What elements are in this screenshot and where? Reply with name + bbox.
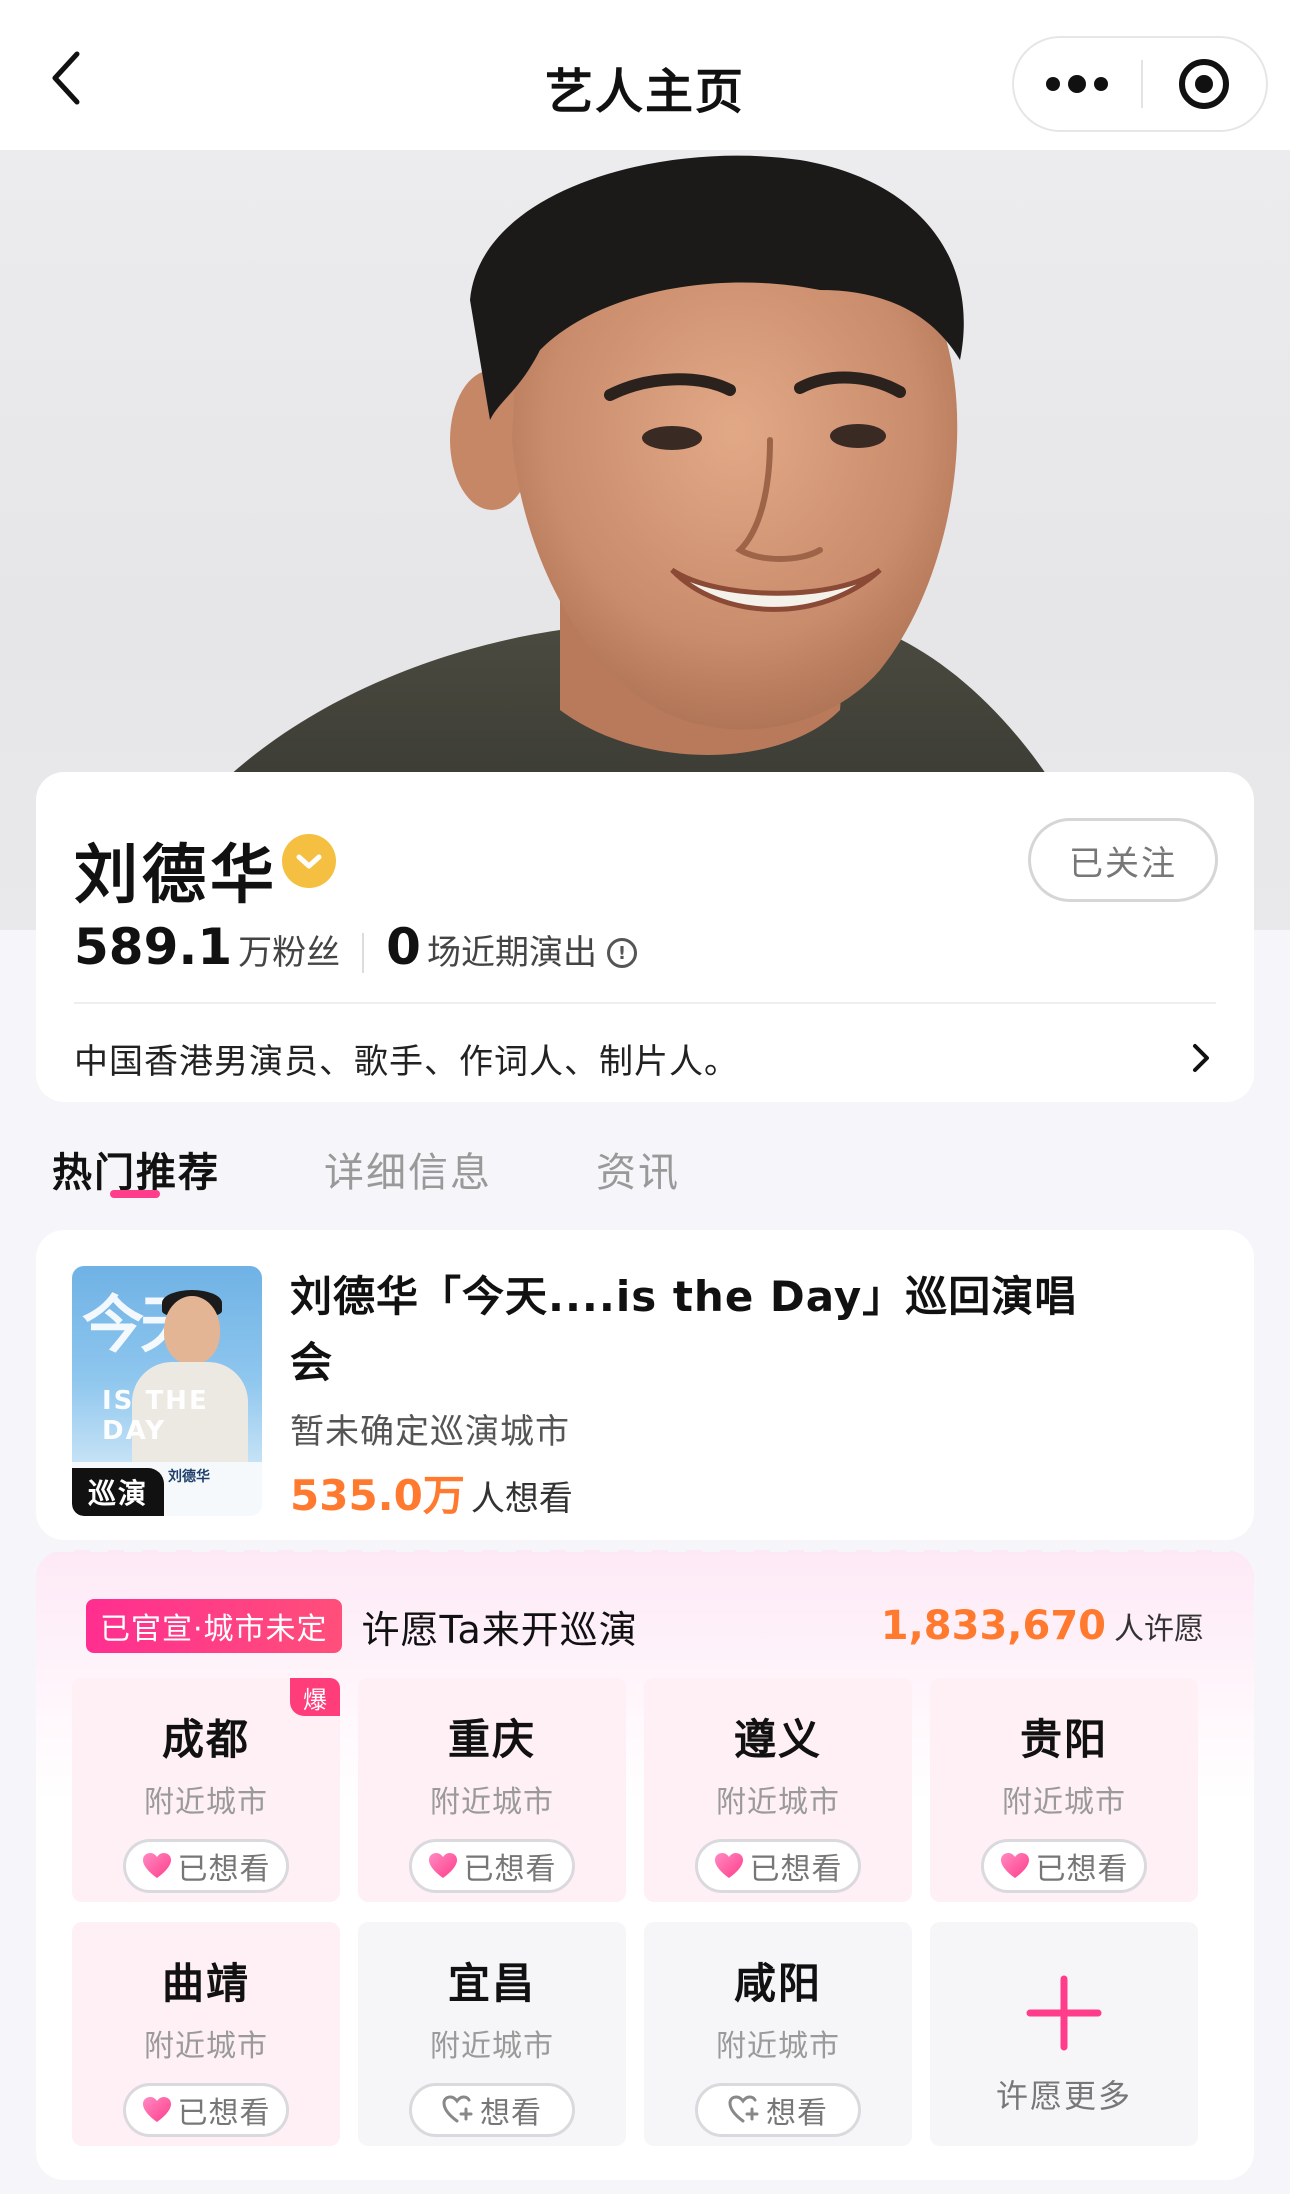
- hot-badge: 爆: [290, 1678, 340, 1716]
- city-name: 重庆: [447, 1715, 536, 1764]
- wanted-button[interactable]: 已想看: [123, 1839, 289, 1893]
- heart-filled-icon: [428, 1853, 457, 1878]
- heart-filled-icon: [142, 1853, 171, 1878]
- wish-tour-card: 已官宣·城市未定 许愿Ta来开巡演 1,833,670 人许愿 爆成都 附近城市已…: [36, 1548, 1254, 2180]
- city-name: 成都: [161, 1715, 250, 1764]
- poster-subtitle: IS THE DAY: [102, 1386, 209, 1446]
- more-dots-icon: [1068, 75, 1087, 93]
- verified-badge-icon: [282, 834, 336, 888]
- city-grid: 爆成都 附近城市 已想看 重庆 附近城市 已想看 遵义 附近城市 已想看 贵阳 附近城市 已想看 曲靖附…: [72, 1678, 1220, 2146]
- chevron-right-icon: [1186, 1038, 1216, 1078]
- mini-program-capsule: [1012, 36, 1268, 132]
- city-subtitle: 附近城市: [430, 1785, 554, 1820]
- heart-filled-icon: [1000, 1853, 1029, 1878]
- plus-icon: [1026, 1975, 1102, 2051]
- poster-figure: [164, 1296, 220, 1364]
- want-button[interactable]: 想看: [409, 2083, 575, 2137]
- want-button[interactable]: 想看: [695, 2083, 861, 2137]
- wanted-button[interactable]: 已想看: [981, 1839, 1147, 1893]
- artist-stats: 589.1 万粉丝 0 场近期演出 !: [74, 918, 637, 988]
- city-subtitle: 附近城市: [144, 2029, 268, 2064]
- tab-details[interactable]: 详细信息: [324, 1140, 492, 1220]
- wish-more-button[interactable]: 许愿更多: [930, 1922, 1198, 2146]
- want-unit: 人想看: [470, 1479, 573, 1519]
- city-name: 宜昌: [447, 1959, 536, 2008]
- tab-news[interactable]: 资讯: [596, 1140, 680, 1220]
- tab-hot-recommend[interactable]: 热门推荐: [52, 1140, 220, 1220]
- city-name: 遵义: [733, 1715, 822, 1764]
- event-poster: 今天 IS THE DAY 刘德华 巡演: [72, 1266, 262, 1516]
- want-button-label: 想看: [766, 2096, 828, 2131]
- tour-badge: 巡演: [72, 1468, 164, 1516]
- shows-count: 0: [386, 918, 421, 976]
- content-tabs: 热门推荐 详细信息 资讯: [52, 1140, 680, 1220]
- wish-count-number: 1,833,670: [880, 1603, 1106, 1649]
- artist-name: 刘德华: [74, 839, 278, 913]
- poster-artist-name: 刘德华: [168, 1469, 210, 1485]
- wish-count-unit: 人许愿: [1114, 1612, 1204, 1647]
- heart-plus-icon: [728, 2095, 759, 2123]
- more-dots-icon: [1094, 77, 1109, 91]
- wish-more-label: 许愿更多: [995, 2077, 1132, 2115]
- event-city: 暂未确定巡演城市: [290, 1412, 570, 1452]
- fans-unit: 万粉丝: [238, 933, 341, 973]
- want-number: 535.0万: [290, 1471, 465, 1520]
- city-subtitle: 附近城市: [716, 2029, 840, 2064]
- wish-count: 1,833,670 人许愿: [881, 1603, 1204, 1649]
- city-name: 贵阳: [1019, 1715, 1108, 1764]
- city-tile[interactable]: 贵阳附近城市已想看: [930, 1678, 1198, 1902]
- wish-label: 许愿Ta来开巡演: [361, 1607, 638, 1652]
- navigation-bar: 艺人主页: [0, 0, 1290, 150]
- tour-event-card[interactable]: 今天 IS THE DAY 刘德华 巡演 刘德华「今天....is the Da…: [36, 1230, 1254, 1540]
- want-button-label: 已想看: [749, 1852, 843, 1887]
- city-tile[interactable]: 宜昌附近城市想看: [358, 1922, 626, 2146]
- wanted-button[interactable]: 已想看: [123, 2083, 289, 2137]
- city-tile[interactable]: 曲靖附近城市已想看: [72, 1922, 340, 2146]
- shows-unit: 场近期演出: [426, 933, 597, 973]
- card-divider: [74, 1002, 1216, 1004]
- city-subtitle: 附近城市: [430, 2029, 554, 2064]
- fans-count: 589.1: [74, 918, 233, 976]
- want-button-label: 已想看: [177, 2096, 271, 2131]
- city-subtitle: 附近城市: [716, 1785, 840, 1820]
- want-button-label: 已想看: [177, 1852, 271, 1887]
- close-miniprogram-button[interactable]: [1143, 38, 1266, 130]
- want-button-label: 想看: [480, 2096, 542, 2131]
- city-subtitle: 附近城市: [144, 1785, 268, 1820]
- info-icon[interactable]: !: [606, 938, 637, 968]
- want-button-label: 已想看: [463, 1852, 557, 1887]
- heart-filled-icon: [142, 2097, 171, 2122]
- more-button[interactable]: [1014, 38, 1141, 130]
- artist-info-card: 刘德华 已关注 589.1 万粉丝 0 场近期演出 ! 中国香港男演员、歌手、作…: [36, 772, 1254, 1102]
- event-title: 刘德华「今天....is the Day」巡回演唱会: [290, 1272, 1078, 1387]
- heart-filled-icon: [714, 1853, 743, 1878]
- heart-plus-icon: [442, 2095, 473, 2123]
- target-circle-icon: [1179, 59, 1230, 109]
- wanted-button[interactable]: 已想看: [409, 1839, 575, 1893]
- city-subtitle: 附近城市: [1002, 1785, 1126, 1820]
- city-tile[interactable]: 重庆附近城市已想看: [358, 1678, 626, 1902]
- stats-divider: [362, 933, 365, 973]
- city-tile[interactable]: 咸阳附近城市想看: [644, 1922, 912, 2146]
- wish-header: 已官宣·城市未定 许愿Ta来开巡演 1,833,670 人许愿: [86, 1596, 1204, 1656]
- city-name: 咸阳: [733, 1959, 822, 2008]
- city-tile[interactable]: 遵义附近城市已想看: [644, 1678, 912, 1902]
- city-tile[interactable]: 爆成都附近城市已想看: [72, 1678, 340, 1902]
- event-want-count: 535.0万 人想看: [290, 1462, 573, 1523]
- follow-button[interactable]: 已关注: [1028, 818, 1218, 902]
- wanted-button[interactable]: 已想看: [695, 1839, 861, 1893]
- status-badge: 已官宣·城市未定: [86, 1599, 342, 1653]
- more-dots-icon: [1046, 77, 1061, 91]
- bio-row[interactable]: 中国香港男演员、歌手、作词人、制片人。: [74, 1028, 1216, 1088]
- city-name: 曲靖: [161, 1959, 250, 2008]
- want-button-label: 已想看: [1035, 1852, 1129, 1887]
- artist-bio: 中国香港男演员、歌手、作词人、制片人。: [74, 1041, 739, 1082]
